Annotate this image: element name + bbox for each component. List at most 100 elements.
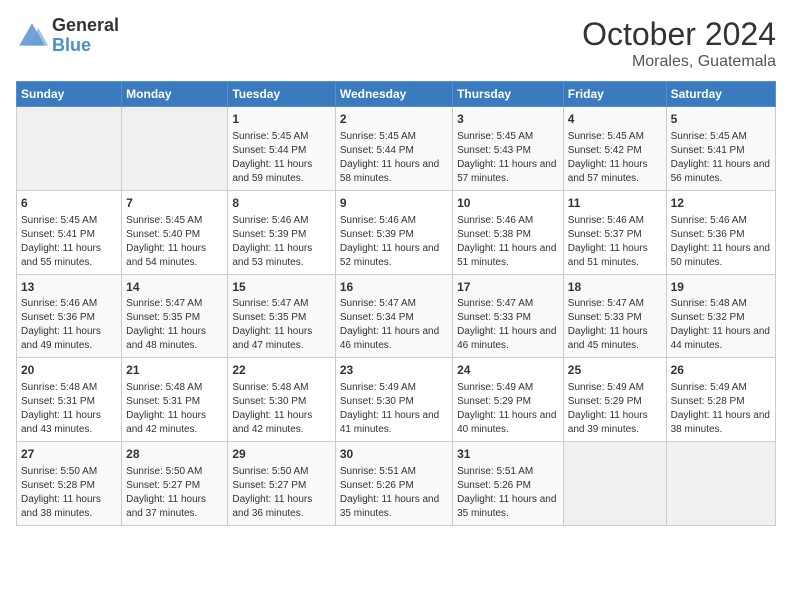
day-info: Sunrise: 5:48 AMSunset: 5:31 PMDaylight:… bbox=[21, 381, 117, 437]
day-info: Sunrise: 5:51 AMSunset: 5:26 PMDaylight:… bbox=[340, 465, 448, 521]
day-number: 8 bbox=[232, 195, 330, 212]
day-cell bbox=[666, 442, 775, 526]
day-info: Sunrise: 5:49 AMSunset: 5:29 PMDaylight:… bbox=[568, 381, 662, 437]
day-number: 27 bbox=[21, 446, 117, 463]
logo: General Blue bbox=[16, 16, 119, 56]
day-info: Sunrise: 5:50 AMSunset: 5:27 PMDaylight:… bbox=[232, 465, 330, 521]
day-info: Sunrise: 5:45 AMSunset: 5:43 PMDaylight:… bbox=[457, 130, 559, 186]
day-number: 31 bbox=[457, 446, 559, 463]
day-cell: 26 Sunrise: 5:49 AMSunset: 5:28 PMDayligh… bbox=[666, 358, 775, 442]
day-cell: 11 Sunrise: 5:46 AMSunset: 5:37 PMDayligh… bbox=[563, 190, 666, 274]
day-cell: 16Sunrise: 5:47 AMSunset: 5:34 PMDayligh… bbox=[335, 274, 452, 358]
day-info: Sunrise: 5:49 AMSunset: 5:29 PMDaylight:… bbox=[457, 381, 559, 437]
header-sunday: Sunday bbox=[17, 82, 122, 107]
day-info: Sunrise: 5:46 AMSunset: 5:39 PMDaylight:… bbox=[232, 214, 330, 270]
day-cell bbox=[563, 442, 666, 526]
day-number: 21 bbox=[126, 362, 223, 379]
day-number: 2 bbox=[340, 111, 448, 128]
day-cell bbox=[17, 107, 122, 191]
day-cell: 6Sunrise: 5:45 AMSunset: 5:41 PMDaylight… bbox=[17, 190, 122, 274]
calendar-header-row: SundayMondayTuesdayWednesdayThursdayFrid… bbox=[17, 82, 776, 107]
day-cell: 18Sunrise: 5:47 AMSunset: 5:33 PMDayligh… bbox=[563, 274, 666, 358]
day-number: 20 bbox=[21, 362, 117, 379]
day-number: 7 bbox=[126, 195, 223, 212]
day-info: Sunrise: 5:46 AMSunset: 5:38 PMDaylight:… bbox=[457, 214, 559, 270]
day-info: Sunrise: 5:47 AMSunset: 5:35 PMDaylight:… bbox=[232, 297, 330, 353]
day-info: Sunrise: 5:45 AMSunset: 5:42 PMDaylight:… bbox=[568, 130, 662, 186]
day-cell: 2Sunrise: 5:45 AMSunset: 5:44 PMDaylight… bbox=[335, 107, 452, 191]
day-info: Sunrise: 5:48 AMSunset: 5:30 PMDaylight:… bbox=[232, 381, 330, 437]
day-cell: 7 Sunrise: 5:45 AMSunset: 5:40 PMDaylight… bbox=[122, 190, 228, 274]
day-cell: 14Sunrise: 5:47 AMSunset: 5:35 PMDayligh… bbox=[122, 274, 228, 358]
day-cell: 25 Sunrise: 5:49 AMSunset: 5:29 PMDayligh… bbox=[563, 358, 666, 442]
day-cell: 20 Sunrise: 5:48 AMSunset: 5:31 PMDayligh… bbox=[17, 358, 122, 442]
day-cell: 21Sunrise: 5:48 AMSunset: 5:31 PMDayligh… bbox=[122, 358, 228, 442]
week-row-5: 27 Sunrise: 5:50 AMSunset: 5:28 PMDayligh… bbox=[17, 442, 776, 526]
day-cell: 19Sunrise: 5:48 AMSunset: 5:32 PMDayligh… bbox=[666, 274, 775, 358]
day-number: 25 bbox=[568, 362, 662, 379]
day-number: 30 bbox=[340, 446, 448, 463]
location-title: Morales, Guatemala bbox=[582, 53, 776, 71]
day-cell: 10 Sunrise: 5:46 AMSunset: 5:38 PMDayligh… bbox=[453, 190, 564, 274]
day-cell: 22 Sunrise: 5:48 AMSunset: 5:30 PMDayligh… bbox=[228, 358, 335, 442]
day-cell: 1 Sunrise: 5:45 AMSunset: 5:44 PMDaylight… bbox=[228, 107, 335, 191]
day-cell: 12Sunrise: 5:46 AMSunset: 5:36 PMDayligh… bbox=[666, 190, 775, 274]
month-title: October 2024 bbox=[582, 16, 776, 53]
day-info: Sunrise: 5:46 AMSunset: 5:36 PMDaylight:… bbox=[21, 297, 117, 353]
logo-line1: General bbox=[52, 16, 119, 36]
week-row-2: 6Sunrise: 5:45 AMSunset: 5:41 PMDaylight… bbox=[17, 190, 776, 274]
page-header: General Blue October 2024 Morales, Guate… bbox=[16, 16, 776, 71]
day-info: Sunrise: 5:45 AMSunset: 5:40 PMDaylight:… bbox=[126, 214, 223, 270]
day-number: 13 bbox=[21, 279, 117, 296]
week-row-3: 13Sunrise: 5:46 AMSunset: 5:36 PMDayligh… bbox=[17, 274, 776, 358]
day-cell: 13Sunrise: 5:46 AMSunset: 5:36 PMDayligh… bbox=[17, 274, 122, 358]
week-row-1: 1 Sunrise: 5:45 AMSunset: 5:44 PMDaylight… bbox=[17, 107, 776, 191]
day-number: 5 bbox=[671, 111, 771, 128]
day-cell: 8 Sunrise: 5:46 AMSunset: 5:39 PMDaylight… bbox=[228, 190, 335, 274]
day-info: Sunrise: 5:46 AMSunset: 5:37 PMDaylight:… bbox=[568, 214, 662, 270]
day-number: 18 bbox=[568, 279, 662, 296]
day-cell: 9Sunrise: 5:46 AMSunset: 5:39 PMDaylight… bbox=[335, 190, 452, 274]
title-block: October 2024 Morales, Guatemala bbox=[582, 16, 776, 71]
logo-icon bbox=[16, 20, 48, 52]
day-cell: 30 Sunrise: 5:51 AMSunset: 5:26 PMDayligh… bbox=[335, 442, 452, 526]
day-cell: 17Sunrise: 5:47 AMSunset: 5:33 PMDayligh… bbox=[453, 274, 564, 358]
day-cell: 15Sunrise: 5:47 AMSunset: 5:35 PMDayligh… bbox=[228, 274, 335, 358]
day-number: 23 bbox=[340, 362, 448, 379]
day-number: 26 bbox=[671, 362, 771, 379]
logo-line2: Blue bbox=[52, 36, 119, 56]
day-info: Sunrise: 5:49 AMSunset: 5:28 PMDaylight:… bbox=[671, 381, 771, 437]
day-cell: 4Sunrise: 5:45 AMSunset: 5:42 PMDaylight… bbox=[563, 107, 666, 191]
day-number: 11 bbox=[568, 195, 662, 212]
day-info: Sunrise: 5:49 AMSunset: 5:30 PMDaylight:… bbox=[340, 381, 448, 437]
day-number: 6 bbox=[21, 195, 117, 212]
day-cell: 29Sunrise: 5:50 AMSunset: 5:27 PMDayligh… bbox=[228, 442, 335, 526]
day-cell: 27 Sunrise: 5:50 AMSunset: 5:28 PMDayligh… bbox=[17, 442, 122, 526]
week-row-4: 20 Sunrise: 5:48 AMSunset: 5:31 PMDayligh… bbox=[17, 358, 776, 442]
day-info: Sunrise: 5:47 AMSunset: 5:34 PMDaylight:… bbox=[340, 297, 448, 353]
header-tuesday: Tuesday bbox=[228, 82, 335, 107]
day-cell: 23 Sunrise: 5:49 AMSunset: 5:30 PMDayligh… bbox=[335, 358, 452, 442]
day-info: Sunrise: 5:47 AMSunset: 5:33 PMDaylight:… bbox=[457, 297, 559, 353]
day-number: 3 bbox=[457, 111, 559, 128]
day-cell: 28 Sunrise: 5:50 AMSunset: 5:27 PMDayligh… bbox=[122, 442, 228, 526]
day-info: Sunrise: 5:50 AMSunset: 5:27 PMDaylight:… bbox=[126, 465, 223, 521]
day-info: Sunrise: 5:45 AMSunset: 5:41 PMDaylight:… bbox=[671, 130, 771, 186]
day-number: 24 bbox=[457, 362, 559, 379]
header-thursday: Thursday bbox=[453, 82, 564, 107]
day-number: 14 bbox=[126, 279, 223, 296]
day-info: Sunrise: 5:47 AMSunset: 5:35 PMDaylight:… bbox=[126, 297, 223, 353]
day-cell: 24 Sunrise: 5:49 AMSunset: 5:29 PMDayligh… bbox=[453, 358, 564, 442]
day-number: 9 bbox=[340, 195, 448, 212]
day-number: 1 bbox=[232, 111, 330, 128]
day-info: Sunrise: 5:50 AMSunset: 5:28 PMDaylight:… bbox=[21, 465, 117, 521]
day-info: Sunrise: 5:45 AMSunset: 5:44 PMDaylight:… bbox=[232, 130, 330, 186]
day-cell: 5 Sunrise: 5:45 AMSunset: 5:41 PMDaylight… bbox=[666, 107, 775, 191]
day-number: 22 bbox=[232, 362, 330, 379]
day-info: Sunrise: 5:48 AMSunset: 5:32 PMDaylight:… bbox=[671, 297, 771, 353]
day-number: 10 bbox=[457, 195, 559, 212]
day-number: 12 bbox=[671, 195, 771, 212]
day-number: 28 bbox=[126, 446, 223, 463]
day-number: 17 bbox=[457, 279, 559, 296]
header-monday: Monday bbox=[122, 82, 228, 107]
